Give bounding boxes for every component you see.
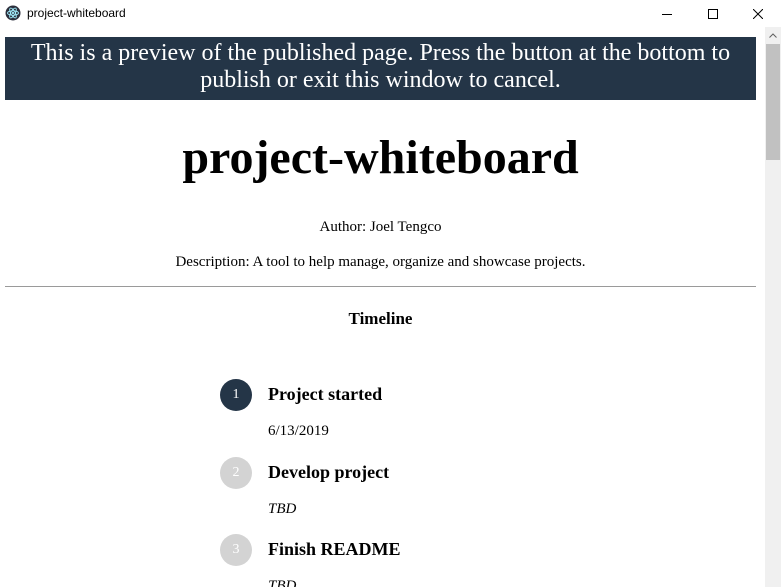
page-title: project-whiteboard: [182, 131, 579, 184]
page-content: This is a preview of the published page.…: [0, 27, 765, 587]
maximize-icon: [708, 8, 718, 19]
timeline-step: 3 Finish README TBD: [220, 534, 520, 587]
step-number-badge: 3: [220, 534, 252, 566]
step-number-badge: 2: [220, 457, 252, 489]
step-date: 6/13/2019: [268, 423, 329, 439]
minimize-icon: [662, 13, 672, 15]
app-icon: [5, 5, 21, 21]
scroll-thumb[interactable]: [766, 44, 780, 160]
window-titlebar[interactable]: project-whiteboard: [0, 0, 781, 27]
chevron-up-icon: [769, 33, 777, 38]
minimize-button[interactable]: [644, 0, 690, 27]
close-button[interactable]: [735, 0, 781, 27]
step-title: Project started: [268, 384, 383, 404]
timeline-step: 2 Develop project TBD: [220, 457, 520, 535]
author-line: Author: Joel Tengco: [319, 219, 442, 235]
step-number-badge: 1: [220, 379, 252, 411]
vertical-scrollbar[interactable]: [765, 27, 781, 587]
window-title: project-whiteboard: [27, 6, 126, 20]
description-line: Description: A tool to help manage, orga…: [175, 254, 586, 270]
step-date: TBD: [268, 578, 297, 587]
timeline-heading: Timeline: [348, 309, 413, 328]
step-date: TBD: [268, 501, 297, 517]
step-title: Finish README: [268, 539, 401, 559]
divider: [5, 286, 756, 287]
maximize-button[interactable]: [690, 0, 736, 27]
preview-banner: This is a preview of the published page.…: [5, 37, 756, 100]
close-icon: [753, 8, 763, 19]
scroll-up-button[interactable]: [765, 27, 781, 44]
step-title: Develop project: [268, 462, 390, 482]
timeline-step: 1 Project started 6/13/2019: [220, 379, 520, 457]
